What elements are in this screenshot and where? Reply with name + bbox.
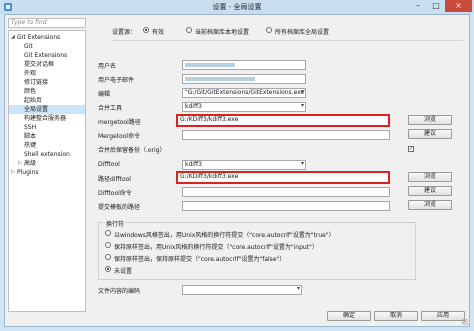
tree-item-build-server[interactable]: 构建整合服务器 <box>9 114 85 123</box>
redacted-value <box>185 77 255 81</box>
difftool-path-field[interactable]: G:/KDiff3/kdiff3.exe <box>176 171 390 184</box>
user-email-field[interactable] <box>182 74 306 84</box>
tree-item-shell-extension[interactable]: Shell extension <box>9 150 85 159</box>
editor-select[interactable]: "G:/Git/GitExtensions/GitExtensions.exe"… <box>182 88 306 98</box>
autocrlf-true-radio[interactable] <box>105 230 111 236</box>
difftool-browse-button[interactable]: 浏览 <box>408 172 452 182</box>
difftool-label: Difftool <box>98 161 120 168</box>
tree-item-advanced[interactable]: ▷ 高级 <box>9 159 85 168</box>
close-icon[interactable]: × <box>445 0 472 12</box>
apply-button[interactable]: 应用 <box>421 311 465 321</box>
commit-template-browse-button[interactable]: 浏览 <box>408 200 452 210</box>
file-encoding-label: 文件内容的编码 <box>98 288 141 295</box>
tree-item-revision-links[interactable]: 修订链接 <box>9 78 85 87</box>
redacted-value <box>185 63 235 67</box>
settings-search-input[interactable]: Type to find <box>8 18 86 28</box>
commit-template-field[interactable] <box>182 201 390 211</box>
autocrlf-unset-label: 未设置 <box>114 268 133 275</box>
tree-item-ssh[interactable]: SSH <box>9 123 85 132</box>
collapse-arrow-icon[interactable]: ◢ <box>11 33 15 42</box>
editor-label: 编辑 <box>98 91 111 98</box>
user-name-label: 用户名 <box>98 63 117 70</box>
line-endings-group: 换行符 以windows风格签出，用Unix风格的换行符提交（"core.aut… <box>98 219 416 280</box>
tree-item-git-extensions-root[interactable]: ◢ Git Extensions <box>9 33 85 42</box>
ok-button[interactable]: 确定 <box>327 311 371 321</box>
mergetool-label: 合并工具 <box>98 105 123 112</box>
mergetool-cmd-field[interactable] <box>182 130 390 140</box>
tree-item-start-page[interactable]: 起始页 <box>9 96 85 105</box>
user-email-label: 用户电子邮件 <box>98 77 135 84</box>
keep-backup-label: 合并后保留备份（.orig） <box>98 147 166 154</box>
keep-backup-checkbox[interactable]: ✓ <box>408 146 414 152</box>
mergetool-suggest-button[interactable]: 建议 <box>408 129 452 139</box>
difftool-cmd-field[interactable] <box>182 187 390 197</box>
settings-tree[interactable]: ◢ Git Extensions Git Git Extensions 提交对话… <box>8 30 86 312</box>
resize-grip-icon[interactable] <box>462 319 468 325</box>
scope-effective-radio[interactable] <box>143 27 149 33</box>
settings-source-label: 设置源： <box>112 29 137 36</box>
scope-effective-label: 有效 <box>152 29 165 36</box>
tree-item-hotkeys[interactable]: 热键 <box>9 141 85 150</box>
tree-item-commit-dialog[interactable]: 提交对话框 <box>9 60 85 69</box>
difftool-path-label: 路径difftool <box>98 176 131 183</box>
mergetool-path-field[interactable]: G:/KDiff3/kdiff3.exe <box>176 114 390 127</box>
scope-global-label: 所有档案库全局设置 <box>275 29 330 36</box>
settings-dialog: Type to find ◢ Git Extensions Git Git Ex… <box>4 14 470 327</box>
tree-item-git[interactable]: Git <box>9 42 85 51</box>
tree-item-scripts[interactable]: 脚本 <box>9 132 85 141</box>
file-encoding-select[interactable] <box>182 285 302 295</box>
expand-arrow-icon[interactable]: ▷ <box>11 168 15 177</box>
line-endings-title: 换行符 <box>105 219 126 228</box>
commit-template-label: 提交模板的路径 <box>98 204 141 211</box>
scope-global-radio[interactable] <box>266 27 272 33</box>
autocrlf-unset-radio[interactable] <box>105 266 111 272</box>
autocrlf-false-label: 保持原样签出，保持原样提交（"core.autocrlf"设置为"false"） <box>114 256 286 263</box>
mergetool-select[interactable]: kdiff3 <box>182 102 306 112</box>
expand-arrow-icon[interactable]: ▷ <box>18 159 22 168</box>
autocrlf-input-radio[interactable] <box>105 242 111 248</box>
difftool-cmd-label: Difftool命令 <box>98 190 132 197</box>
tree-item-plugins[interactable]: ▷ Plugins <box>9 168 85 177</box>
tree-item-git-extensions[interactable]: Git Extensions <box>9 51 85 60</box>
cancel-button[interactable]: 取消 <box>374 311 418 321</box>
scope-local-label: 当前档案库本地设置 <box>195 29 250 36</box>
tree-item-colors[interactable]: 颜色 <box>9 87 85 96</box>
difftool-suggest-button[interactable]: 建议 <box>408 186 452 196</box>
global-settings-panel: 设置源： 有效 当前档案库本地设置 所有档案库全局设置 用户名 用户电子邮件 编… <box>90 18 467 323</box>
autocrlf-true-label: 以windows风格签出，用Unix风格的换行符提交（"core.autocrl… <box>114 232 335 239</box>
minimize-icon[interactable]: – <box>409 0 427 12</box>
user-name-field[interactable] <box>182 60 306 70</box>
tree-item-global-settings[interactable]: 全局设置 <box>9 105 85 114</box>
tree-item-appearance[interactable]: 外观 <box>9 69 85 78</box>
difftool-select[interactable]: kdiff3 <box>182 160 306 170</box>
maximize-icon[interactable]: □ <box>427 0 445 12</box>
title-bar: 设置 - 全局设置 – □ × <box>0 0 474 14</box>
mergetool-browse-button[interactable]: 浏览 <box>408 115 452 125</box>
window-title: 设置 - 全局设置 <box>212 3 262 11</box>
mergetool-path-label: mergetool路径 <box>98 119 141 126</box>
autocrlf-input-label: 保持原样签出，用Unix风格的换行符提交（"core.autocrlf"设置为"… <box>114 244 318 251</box>
scope-local-radio[interactable] <box>186 27 192 33</box>
autocrlf-false-radio[interactable] <box>105 254 111 260</box>
mergetool-cmd-label: Mergetool命令 <box>98 133 141 140</box>
divider <box>112 40 463 41</box>
